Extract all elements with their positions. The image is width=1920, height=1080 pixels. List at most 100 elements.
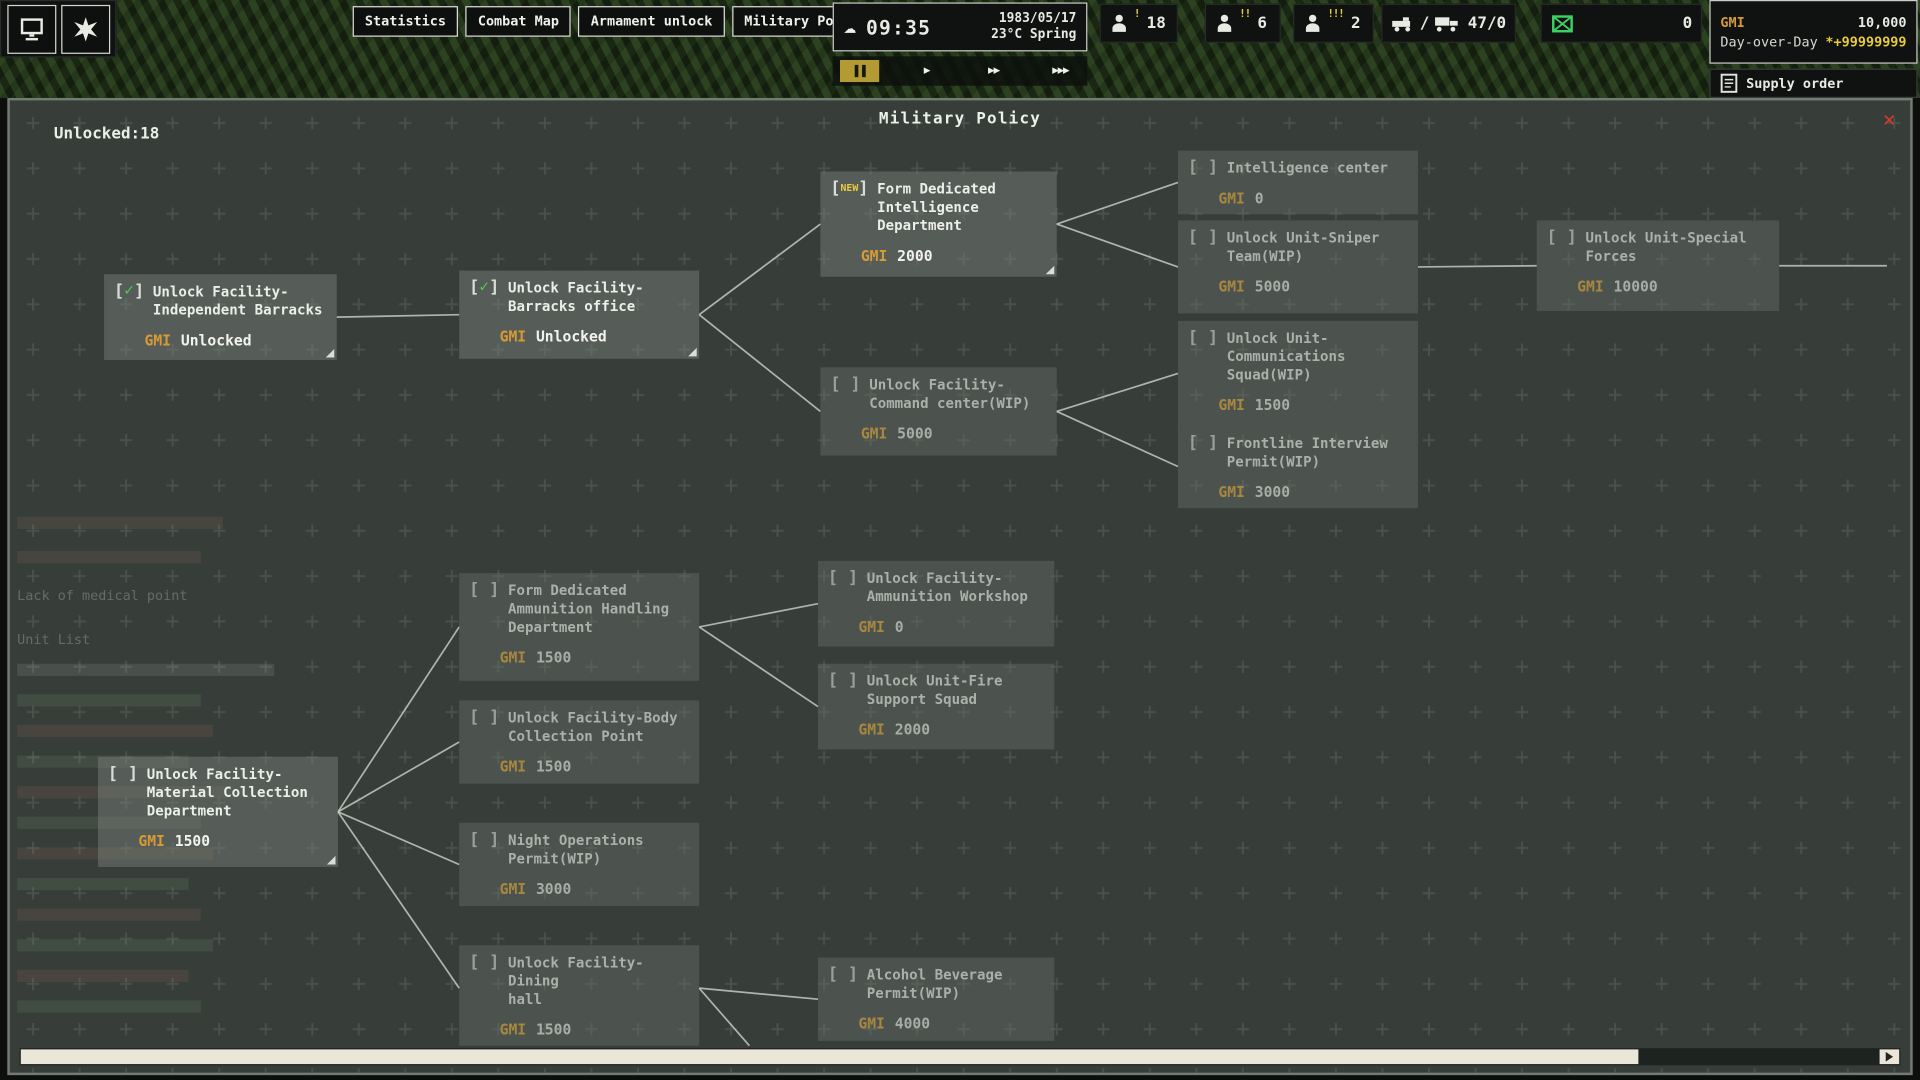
ghost-unit-row <box>17 664 274 676</box>
checkbox-icon: ✓ <box>469 279 499 316</box>
cost-value: 2000 <box>897 247 932 264</box>
policy-node-intelligence-center[interactable]: Intelligence center GMI 0 <box>1178 151 1418 215</box>
node-title: Form Dedicated Ammunition Handling Depar… <box>508 582 669 637</box>
policy-node-special-forces[interactable]: Unlock Unit-Special Forces GMI 10000 <box>1537 220 1779 311</box>
tab-statistics[interactable]: Statistics <box>353 6 459 37</box>
node-cost: GMI 2000 <box>861 247 1047 264</box>
cost-value: 0 <box>1255 190 1264 207</box>
cost-value: 1500 <box>175 833 210 850</box>
node-title: Unlock Facility-Dining hall <box>508 954 689 1009</box>
balance-value: 10,000 <box>1858 14 1907 30</box>
cost-currency-label: GMI <box>144 332 171 349</box>
node-cost: GMI 1500 <box>500 758 690 775</box>
policy-node-dining-hall[interactable]: Unlock Facility-Dining hall GMI 1500 <box>459 945 699 1045</box>
cost-currency-label: GMI <box>500 880 527 897</box>
currency-label: GMI <box>1720 14 1744 30</box>
node-header: Unlock Unit-Sniper Team(WIP) <box>1188 229 1408 266</box>
cost-value: 0 <box>895 618 904 635</box>
policy-node-intelligence-dept[interactable]: NEW Form Dedicated Intelligence Departme… <box>820 171 1056 276</box>
cost-currency-label: GMI <box>858 721 885 738</box>
finance-panel: GMI 10,000 Day-over-Day *+99999999 <box>1709 0 1917 64</box>
scrollbar-right-arrow[interactable] <box>1880 1049 1900 1064</box>
play-button[interactable]: ▶ <box>907 60 946 82</box>
alert-level-marks: !!! <box>1327 9 1343 21</box>
node-cost: GMI 1500 <box>500 649 690 666</box>
corner-mark <box>326 349 335 358</box>
policy-node-sniper-team[interactable]: Unlock Unit-Sniper Team(WIP) GMI 5000 <box>1178 220 1418 313</box>
pause-icon <box>854 65 865 77</box>
policy-node-ammo-handling[interactable]: Form Dedicated Ammunition Handling Depar… <box>459 573 699 681</box>
horizontal-scrollbar[interactable] <box>20 1048 1901 1065</box>
cost-value: 3000 <box>536 880 571 897</box>
infantry-counter[interactable]: ! 18 <box>1100 4 1178 43</box>
node-header: Alcohol Beverage Permit(WIP) <box>828 966 1045 1003</box>
node-cost: GMI 1500 <box>138 833 328 850</box>
fast-forward-button[interactable]: ▶▶ <box>974 60 1013 82</box>
cost-currency-label: GMI <box>858 618 885 635</box>
cost-value: 2000 <box>895 721 930 738</box>
support-counter[interactable]: !! 6 <box>1205 4 1281 43</box>
ghost-unit-row <box>17 725 213 737</box>
node-cost: GMI 4000 <box>858 1015 1044 1032</box>
tab-combat-map[interactable]: Combat Map <box>466 6 572 37</box>
cost-currency-label: GMI <box>1577 278 1604 295</box>
supply-crate-icon <box>1550 11 1574 35</box>
cost-value: Unlocked <box>536 328 607 345</box>
close-button[interactable]: ✕ <box>1883 108 1896 132</box>
alert-level-marks: !! <box>1239 9 1250 21</box>
truck-icon <box>1434 15 1460 31</box>
support-count-value: 6 <box>1257 14 1267 32</box>
tab-armament-unlock[interactable]: Armament unlock <box>579 6 725 37</box>
policy-node-barracks-office[interactable]: ✓ Unlock Facility- Barracks office GMI U… <box>459 271 699 359</box>
combat-alert-button[interactable] <box>61 5 110 54</box>
policy-node-frontline-interview[interactable]: Frontline Interview Permit(WIP) GMI 3000 <box>1178 426 1418 508</box>
node-title: Unlock Facility-Body Collection Point <box>508 709 678 746</box>
vehicle-count-value: 47/0 <box>1468 14 1506 32</box>
jeep-icon <box>1391 15 1415 31</box>
corner-mark <box>327 856 336 865</box>
command-console-button[interactable] <box>7 5 56 54</box>
policy-node-independent-barracks[interactable]: ✓ Unlock Facility- Independent Barracks … <box>104 274 337 360</box>
checkbox-icon <box>828 569 858 606</box>
scrollbar-thumb[interactable] <box>21 1049 1638 1064</box>
soldier-icon <box>1215 13 1235 33</box>
officer-counter[interactable]: !!! 2 <box>1293 4 1374 43</box>
ghost-unit-list-label: Unit List <box>17 632 90 648</box>
pause-button[interactable] <box>840 60 879 82</box>
policy-node-body-collection[interactable]: Unlock Facility-Body Collection Point GM… <box>459 700 699 783</box>
supply-crate-counter[interactable]: 0 <box>1540 4 1702 43</box>
cost-value: 4000 <box>895 1015 930 1032</box>
checkbox-icon <box>469 582 499 637</box>
slash-separator: / <box>1420 14 1430 32</box>
node-cost: GMI 10000 <box>1577 278 1769 295</box>
cost-value: 5000 <box>1255 278 1290 295</box>
ghost-unit-row <box>17 1000 201 1012</box>
node-cost: GMI 1500 <box>1218 397 1408 414</box>
crate-count-value: 0 <box>1683 14 1693 32</box>
node-title: Unlock Unit-Fire Support Squad <box>867 672 1003 709</box>
policy-node-ammo-workshop[interactable]: Unlock Facility- Ammunition Workshop GMI… <box>818 561 1054 647</box>
policy-node-command-center[interactable]: Unlock Facility- Command center(WIP) GMI… <box>820 367 1056 455</box>
node-cost: GMI 0 <box>858 618 1044 635</box>
vehicle-counter[interactable]: / 47/0 <box>1381 4 1516 43</box>
supply-order-button[interactable]: Supply order <box>1709 69 1917 98</box>
policy-node-night-ops[interactable]: Night Operations Permit(WIP) GMI 3000 <box>459 823 699 906</box>
checkbox-icon <box>1188 229 1218 266</box>
checkbox-icon <box>469 831 499 868</box>
cost-value: 3000 <box>1255 484 1290 501</box>
policy-node-alcohol-permit[interactable]: Alcohol Beverage Permit(WIP) GMI 4000 <box>818 958 1054 1041</box>
node-header: Unlock Facility- Ammunition Workshop <box>828 569 1045 606</box>
node-header: Unlock Facility- Material Collection Dep… <box>108 765 328 820</box>
node-header: Frontline Interview Permit(WIP) <box>1188 435 1408 472</box>
node-header: Unlock Unit- Communications Squad(WIP) <box>1188 329 1408 384</box>
policy-node-material-collection[interactable]: Unlock Facility- Material Collection Dep… <box>98 757 338 867</box>
fastest-button[interactable]: ▶▶▶ <box>1041 60 1080 82</box>
node-cost: GMI 2000 <box>858 721 1044 738</box>
date-block: 1983/05/17 23°C Spring <box>991 11 1076 43</box>
node-header: Form Dedicated Ammunition Handling Depar… <box>469 582 689 637</box>
policy-node-fire-support[interactable]: Unlock Unit-Fire Support Squad GMI 2000 <box>818 664 1054 750</box>
node-title: Unlock Unit-Sniper Team(WIP) <box>1227 229 1380 266</box>
policy-node-comms-squad[interactable]: Unlock Unit- Communications Squad(WIP) G… <box>1178 321 1418 426</box>
node-header: Unlock Facility- Command center(WIP) <box>830 376 1047 413</box>
cost-currency-label: GMI <box>138 833 165 850</box>
